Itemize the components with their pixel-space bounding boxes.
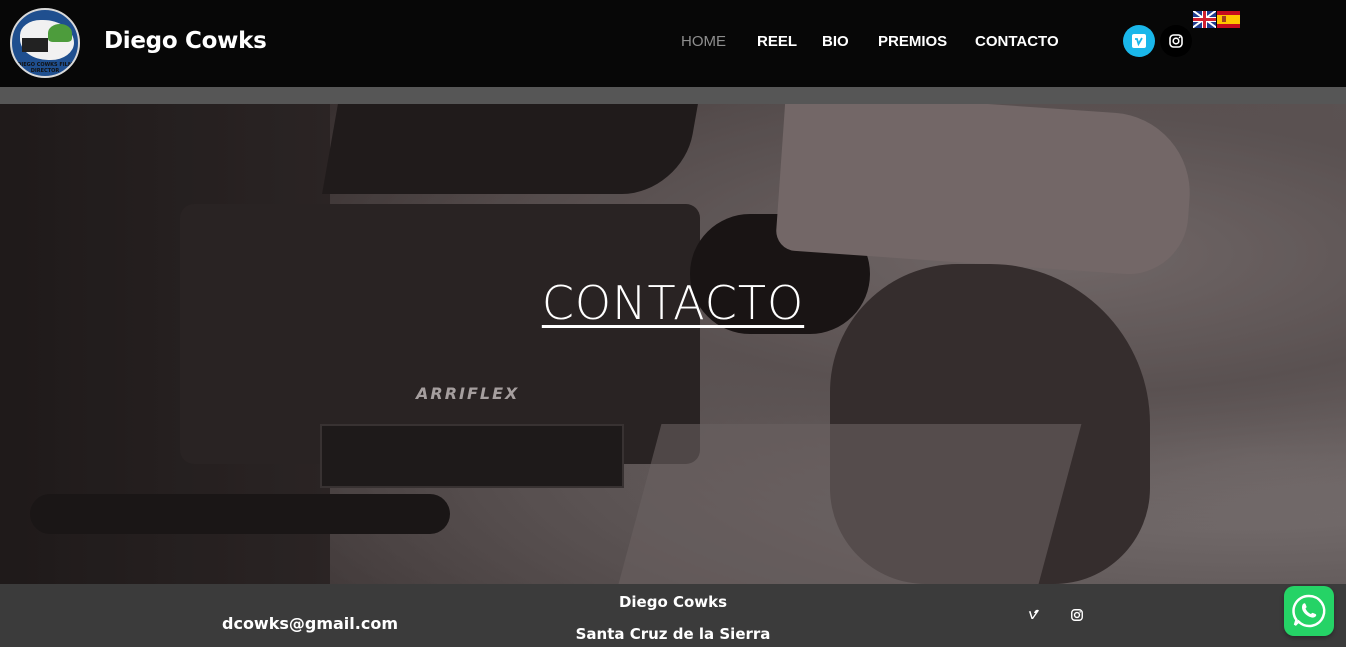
nav-reel[interactable]: REEL [757,33,797,50]
footer-vimeo-button[interactable] [1024,606,1042,624]
hero-overlay [0,104,1346,584]
instagram-icon [1169,34,1183,48]
nav-home[interactable]: HOME [681,33,726,50]
site-logo[interactable]: DIEGO COWKS FILM DIRECTOR [10,8,80,78]
uk-flag-icon[interactable] [1193,11,1216,28]
site-footer: dcowks@gmail.com Diego Cowks Santa Cruz … [0,584,1346,647]
logo-hat [48,24,72,42]
brand-name[interactable]: Diego Cowks [104,28,267,54]
hero-banner: ARRIFLEX CONTACTO [0,104,1346,584]
language-switcher [1193,11,1240,28]
spain-flag-icon[interactable] [1217,11,1240,28]
footer-city: Santa Cruz de la Sierra [575,625,771,643]
whatsapp-icon [1292,594,1326,628]
nav-premios[interactable]: PREMIOS [878,33,947,50]
nav-contacto[interactable]: CONTACTO [975,33,1059,50]
page-title: CONTACTO [0,276,1346,330]
instagram-icon [1071,609,1083,621]
logo-camera [22,38,48,52]
footer-name: Diego Cowks [618,593,728,611]
logo-text: DIEGO COWKS FILM DIRECTOR [17,62,73,74]
instagram-button[interactable] [1160,25,1192,57]
header-divider [0,87,1346,104]
vimeo-button[interactable] [1123,25,1155,57]
footer-instagram-button[interactable] [1068,606,1086,624]
site-header: DIEGO COWKS FILM DIRECTOR Diego Cowks HO… [0,0,1346,87]
page-title-text[interactable]: CONTACTO [542,276,804,330]
vimeo-icon [1132,34,1146,48]
vimeo-icon [1027,609,1039,619]
nav-bio[interactable]: BIO [822,33,849,50]
whatsapp-button[interactable] [1284,586,1334,636]
